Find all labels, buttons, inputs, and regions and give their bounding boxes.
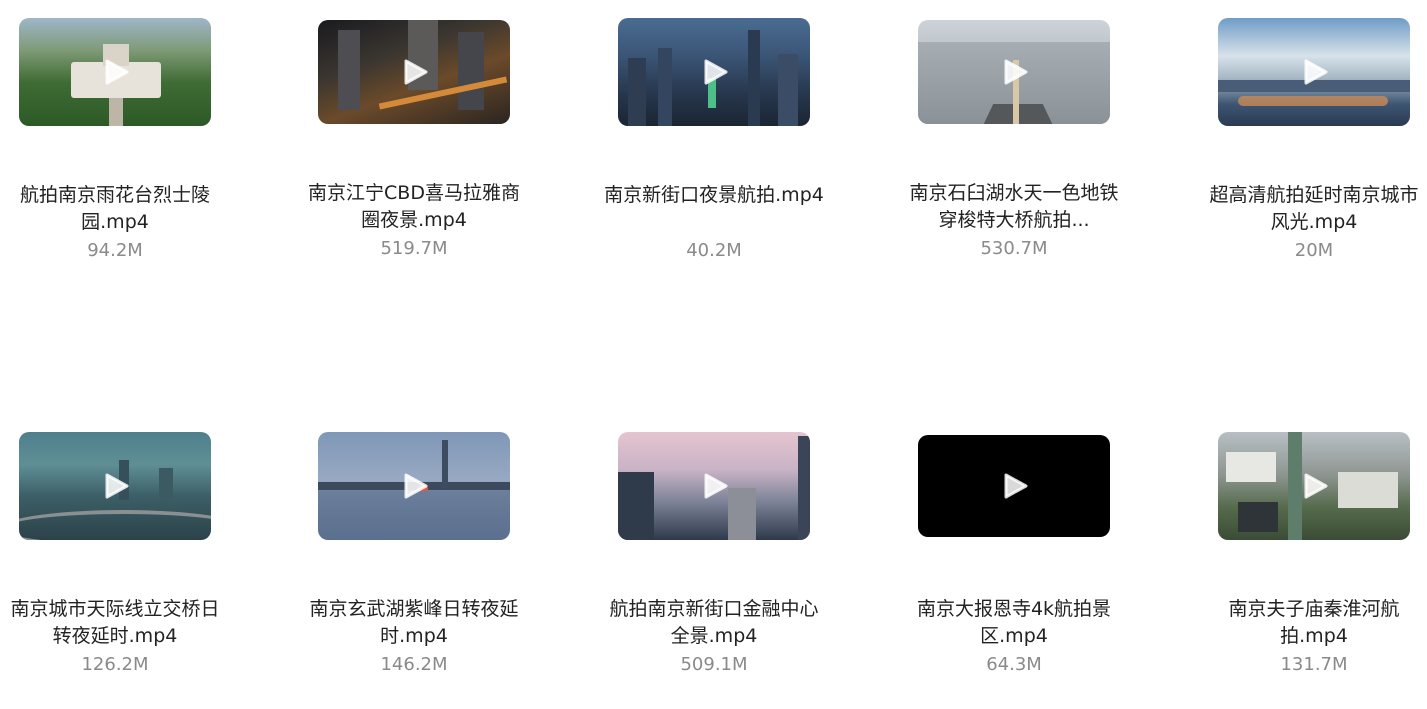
video-thumbnail[interactable] [19, 18, 211, 126]
video-title[interactable]: 南京石臼湖水天一色地铁穿梭特大桥航拍... [899, 180, 1129, 234]
video-card[interactable]: 航拍南京新街口金融中心全景.mp4 509.1M [599, 432, 829, 677]
video-title[interactable]: 南京夫子庙秦淮河航拍.mp4 [1199, 596, 1427, 650]
video-card[interactable]: 南京夫子庙秦淮河航拍.mp4 131.7M [1199, 432, 1427, 677]
file-size: 146.2M [380, 654, 448, 675]
video-card[interactable]: 超高清航拍延时南京城市风光.mp4 20M [1199, 18, 1427, 263]
video-thumbnail[interactable] [19, 432, 211, 540]
video-title[interactable]: 航拍南京新街口金融中心全景.mp4 [599, 596, 829, 650]
file-size: 64.3M [986, 654, 1042, 675]
file-size: 131.7M [1280, 654, 1348, 675]
video-thumbnail[interactable] [318, 432, 510, 540]
video-title[interactable]: 南京大报恩寺4k航拍景区.mp4 [899, 596, 1129, 650]
video-title[interactable]: 超高清航拍延时南京城市风光.mp4 [1199, 182, 1427, 236]
video-title[interactable]: 南京江宁CBD喜马拉雅商圈夜景.mp4 [299, 180, 529, 234]
video-thumbnail[interactable] [318, 20, 510, 124]
play-icon [105, 59, 129, 85]
play-icon [704, 59, 728, 85]
video-card[interactable]: 南京玄武湖紫峰日转夜延时.mp4 146.2M [299, 432, 529, 677]
video-thumbnail[interactable] [1218, 432, 1410, 540]
video-thumbnail[interactable] [918, 20, 1110, 124]
file-size: 126.2M [81, 654, 149, 675]
file-size: 530.7M [980, 238, 1048, 259]
video-title[interactable]: 南京城市天际线立交桥日转夜延时.mp4 [0, 596, 230, 650]
play-icon [1304, 59, 1328, 85]
file-size: 509.1M [680, 654, 748, 675]
play-icon [1004, 473, 1028, 499]
video-card[interactable]: 南京江宁CBD喜马拉雅商圈夜景.mp4 519.7M [299, 20, 529, 261]
play-icon [105, 473, 129, 499]
video-card[interactable]: 南京新街口夜景航拍.mp4 40.2M [599, 18, 829, 263]
play-icon [1304, 473, 1328, 499]
video-card[interactable]: 航拍南京雨花台烈士陵园.mp4 94.2M [0, 18, 230, 263]
video-thumbnail[interactable] [1218, 18, 1410, 126]
video-card[interactable]: 南京石臼湖水天一色地铁穿梭特大桥航拍... 530.7M [899, 20, 1129, 261]
video-title[interactable]: 南京玄武湖紫峰日转夜延时.mp4 [299, 596, 529, 650]
file-size: 40.2M [686, 240, 742, 261]
play-icon [404, 59, 428, 85]
video-grid: 航拍南京雨花台烈士陵园.mp4 94.2M 南京江宁CBD喜马拉雅商圈夜景.mp… [0, 0, 1427, 709]
video-card[interactable]: 南京大报恩寺4k航拍景区.mp4 64.3M [899, 435, 1129, 677]
video-thumbnail[interactable] [618, 432, 810, 540]
video-title[interactable]: 航拍南京雨花台烈士陵园.mp4 [0, 182, 230, 236]
play-icon [404, 473, 428, 499]
file-size: 94.2M [87, 240, 143, 261]
file-size: 20M [1294, 240, 1334, 261]
play-icon [704, 473, 728, 499]
play-icon [1004, 59, 1028, 85]
video-title[interactable]: 南京新街口夜景航拍.mp4 [599, 182, 829, 236]
video-card[interactable]: 南京城市天际线立交桥日转夜延时.mp4 126.2M [0, 432, 230, 677]
file-size: 519.7M [380, 238, 448, 259]
video-thumbnail[interactable] [918, 435, 1110, 537]
video-thumbnail[interactable] [618, 18, 810, 126]
